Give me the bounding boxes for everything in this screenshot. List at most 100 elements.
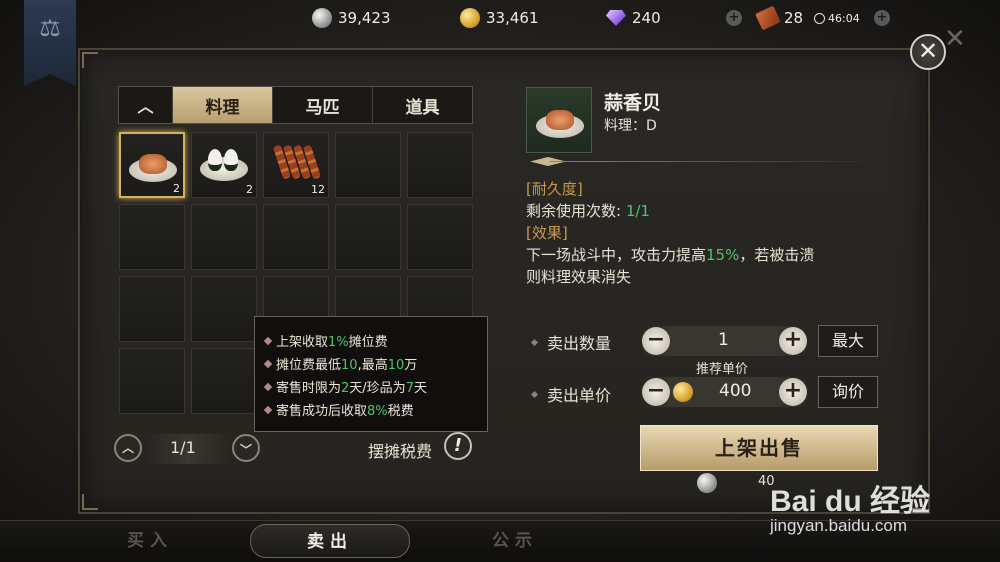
ornament-divider <box>526 157 886 167</box>
inventory-slot-garlic-scallop[interactable]: 2 <box>119 132 185 198</box>
tooltip-line: 寄售成功后收取8%税费 <box>263 398 477 421</box>
price-decrease-button[interactable]: − <box>642 378 670 406</box>
gold-coin-icon <box>460 8 480 28</box>
tooltip-line: 上架收取1%摊位费 <box>263 329 477 352</box>
effect-header: [效果] <box>526 224 568 242</box>
clock-icon <box>814 12 825 24</box>
rice-ball-icon <box>200 143 248 183</box>
gold-amount: 33,461 <box>486 9 539 27</box>
silver-amount: 39,423 <box>338 9 391 27</box>
uses-remaining: 剩余使用次数: 1/1 <box>526 202 650 220</box>
inventory-slot-empty[interactable] <box>119 276 185 342</box>
nav-sell[interactable]: 卖出 <box>250 524 410 558</box>
tab-items[interactable]: 道具 <box>373 87 472 123</box>
minus-icon: − <box>646 327 666 352</box>
inventory-slot-skewer[interactable]: 12 <box>263 132 329 198</box>
inventory-slot-empty[interactable] <box>335 204 401 270</box>
durability-header: [耐久度] <box>526 180 583 198</box>
resource-bar: 39,423 33,461 240 + 28 46:04 + <box>0 0 1000 36</box>
quantity-decrease-button[interactable]: − <box>642 327 670 355</box>
price-label-row: 卖出单价 <box>530 382 611 406</box>
tax-info-button[interactable]: ! <box>444 432 472 460</box>
item-count: 2 <box>173 182 180 195</box>
category-tabs: ︿ 料理 马匹 道具 <box>118 86 473 124</box>
recommended-price-label: 推荐单价 <box>696 362 749 377</box>
quantity-label-row: 卖出数量 <box>530 330 611 354</box>
chevron-down-icon: ﹀ <box>239 443 252 457</box>
chevron-up-icon: ︿ <box>121 441 134 455</box>
prev-page-button[interactable]: ︿ <box>114 434 142 462</box>
inventory-slot-empty[interactable] <box>407 132 473 198</box>
faded-text-row <box>526 288 876 310</box>
panel-corner <box>82 52 98 68</box>
bullet-icon <box>263 382 273 391</box>
inventory-slot-empty[interactable] <box>263 204 329 270</box>
inventory-slot-empty[interactable] <box>119 204 185 270</box>
inventory-slot-rice-ball[interactable]: 2 <box>191 132 257 198</box>
garlic-scallop-icon <box>536 100 584 140</box>
plus-icon: + <box>783 327 803 352</box>
bullet-icon <box>530 390 539 398</box>
item-description[interactable]: [耐久度] 剩余使用次数: 1/1 [效果] 下一场战斗中，攻击力提高15%，若… <box>526 178 876 312</box>
ticket-timer: 46:04 <box>814 6 860 30</box>
price-value[interactable]: 400 <box>719 381 751 401</box>
tab-cuisine[interactable]: 料理 <box>173 87 273 123</box>
tooltip-line: 摊位费最低10,最高10万 <box>263 352 477 375</box>
garlic-scallop-icon <box>129 144 177 184</box>
guild-banner[interactable] <box>24 0 76 86</box>
list-for-sale-button[interactable]: 上架出售 <box>640 425 878 471</box>
add-tickets-button[interactable]: + <box>874 6 890 30</box>
inventory-slot-empty[interactable] <box>191 348 257 414</box>
quantity-value[interactable]: 1 <box>718 330 729 350</box>
inquire-price-button[interactable]: 询价 <box>818 376 878 408</box>
bullet-icon <box>263 405 273 414</box>
add-gems-button[interactable]: + <box>726 6 742 30</box>
close-button[interactable]: ✕ <box>910 34 946 70</box>
effect-text: 下一场战斗中，攻击力提高15%，若被击溃 <box>526 246 815 264</box>
chevron-up-icon: ︿ <box>137 97 154 116</box>
inventory-slot-empty[interactable] <box>335 132 401 198</box>
item-name: 蒜香贝 <box>604 92 662 114</box>
silver-coin-icon <box>312 8 332 28</box>
exclamation-icon: ! <box>453 435 463 456</box>
collapse-tabs-button[interactable]: ︿ <box>119 87 173 123</box>
inventory-slot-empty[interactable] <box>191 204 257 270</box>
silver-coin-icon <box>697 473 717 493</box>
gold-display: 33,461 <box>460 6 539 30</box>
panel-corner <box>82 494 98 510</box>
diamond-icon <box>606 10 626 26</box>
skewer-icon <box>272 143 322 183</box>
price-increase-button[interactable]: + <box>779 378 807 406</box>
gold-coin-icon <box>673 382 693 402</box>
plus-icon: + <box>726 10 742 26</box>
timer-text: 46:04 <box>828 11 860 25</box>
nav-buy[interactable]: 买入 <box>80 524 220 558</box>
ticket-icon <box>755 5 781 31</box>
ticket-amount: 28 <box>784 9 804 27</box>
bullet-icon <box>263 359 273 368</box>
ticket-display: 28 <box>755 5 804 31</box>
quantity-increase-button[interactable]: + <box>779 327 807 355</box>
nav-announce[interactable]: 公示 <box>440 524 590 558</box>
inventory-slot-empty[interactable] <box>191 276 257 342</box>
item-type: 料理：D <box>604 118 657 134</box>
tab-horses[interactable]: 马匹 <box>273 87 373 123</box>
plus-icon: + <box>874 10 890 26</box>
tax-tooltip: 上架收取1%摊位费 摊位费最低10,最高10万 寄售时限为2天/珍品为7天 寄售… <box>254 316 488 432</box>
baidu-watermark-logo: Bai du 经验 <box>770 485 931 518</box>
item-count: 12 <box>311 183 325 196</box>
tooltip-line: 寄售时限为2天/珍品为7天 <box>263 375 477 398</box>
inventory-slot-empty[interactable] <box>407 204 473 270</box>
page-indicator: 1/1 <box>170 438 196 457</box>
inventory-slot-empty[interactable] <box>119 348 185 414</box>
close-icon: ✕ <box>944 24 966 54</box>
minus-icon: − <box>646 378 666 403</box>
plus-icon: + <box>783 378 803 403</box>
bullet-icon <box>263 336 273 345</box>
scales-icon: ⚖ <box>39 14 61 42</box>
silver-display: 39,423 <box>312 6 391 30</box>
next-page-button[interactable]: ﹀ <box>232 434 260 462</box>
max-button[interactable]: 最大 <box>818 325 878 357</box>
item-count: 2 <box>246 183 253 196</box>
baidu-watermark-url: jingyan.baidu.com <box>770 516 908 535</box>
